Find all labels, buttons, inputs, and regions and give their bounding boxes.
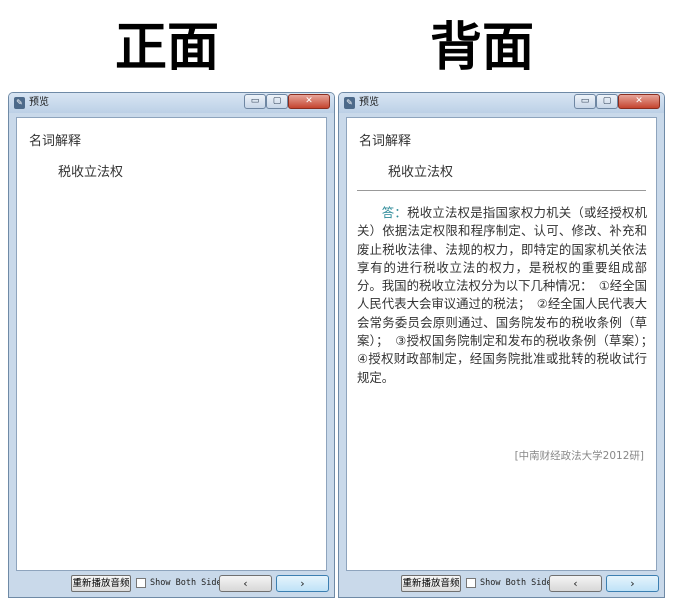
answer-body: 税收立法权是指国家权力机关（或经授权机关）依据法定权限和程序制定、认可、修改、补… xyxy=(357,205,660,385)
replay-audio-button[interactable]: 重新播放音频 xyxy=(71,575,131,592)
show-both-sides-checkbox[interactable] xyxy=(466,578,476,588)
window-title: 预览 xyxy=(359,97,379,108)
app-icon: ✎ xyxy=(14,97,25,109)
answer-prefix: 答： xyxy=(381,205,408,220)
card-type-label: 名词解释 xyxy=(29,134,82,149)
card-type-label: 名词解释 xyxy=(359,134,412,149)
toolbar: 重新播放音频 Show Both Sides ‹ › xyxy=(346,574,659,594)
answer-text: 答：税收立法权是指国家权力机关（或经授权机关）依据法定权限和程序制定、认可、修改… xyxy=(357,204,659,387)
show-both-sides-label: Show Both Sides xyxy=(480,578,557,588)
next-button[interactable]: › xyxy=(276,575,329,592)
back-label: 背面 xyxy=(430,18,535,78)
answer-divider xyxy=(357,190,646,191)
title-bar[interactable]: ✎ 预览 ▭ ▢ ✕ xyxy=(9,93,334,113)
card-term: 税收立法权 xyxy=(388,165,454,180)
minimize-button[interactable]: ▭ xyxy=(574,94,596,109)
front-label: 正面 xyxy=(115,18,220,78)
maximize-button[interactable]: ▢ xyxy=(596,94,618,109)
window-title: 预览 xyxy=(29,97,49,108)
preview-window-back: ✎ 预览 ▭ ▢ ✕ 名词解释 税收立法权 答：税收立法权是指国家权力机关（或经… xyxy=(338,92,665,598)
answer-source: [中南财经政法大学2012研] xyxy=(514,450,644,462)
minimize-button[interactable]: ▭ xyxy=(244,94,266,109)
maximize-button[interactable]: ▢ xyxy=(266,94,288,109)
card-term: 税收立法权 xyxy=(58,165,124,180)
replay-audio-button[interactable]: 重新播放音频 xyxy=(401,575,461,592)
previous-button[interactable]: ‹ xyxy=(219,575,272,592)
show-both-sides-checkbox[interactable] xyxy=(136,578,146,588)
toolbar: 重新播放音频 Show Both Sides ‹ › xyxy=(16,574,329,594)
next-button[interactable]: › xyxy=(606,575,659,592)
card-content: 名词解释 税收立法权 答：税收立法权是指国家权力机关（或经授权机关）依据法定权限… xyxy=(346,117,659,571)
title-bar[interactable]: ✎ 预览 ▭ ▢ ✕ xyxy=(339,93,664,113)
card-content: 名词解释 税收立法权 xyxy=(16,117,327,571)
show-both-sides-label: Show Both Sides xyxy=(150,578,227,588)
preview-window-front: ✎ 预览 ▭ ▢ ✕ 名词解释 税收立法权 重新播放音频 Show Both S… xyxy=(8,92,335,598)
close-button[interactable]: ✕ xyxy=(288,94,330,109)
previous-button[interactable]: ‹ xyxy=(549,575,602,592)
app-icon: ✎ xyxy=(344,97,355,109)
close-button[interactable]: ✕ xyxy=(618,94,660,109)
